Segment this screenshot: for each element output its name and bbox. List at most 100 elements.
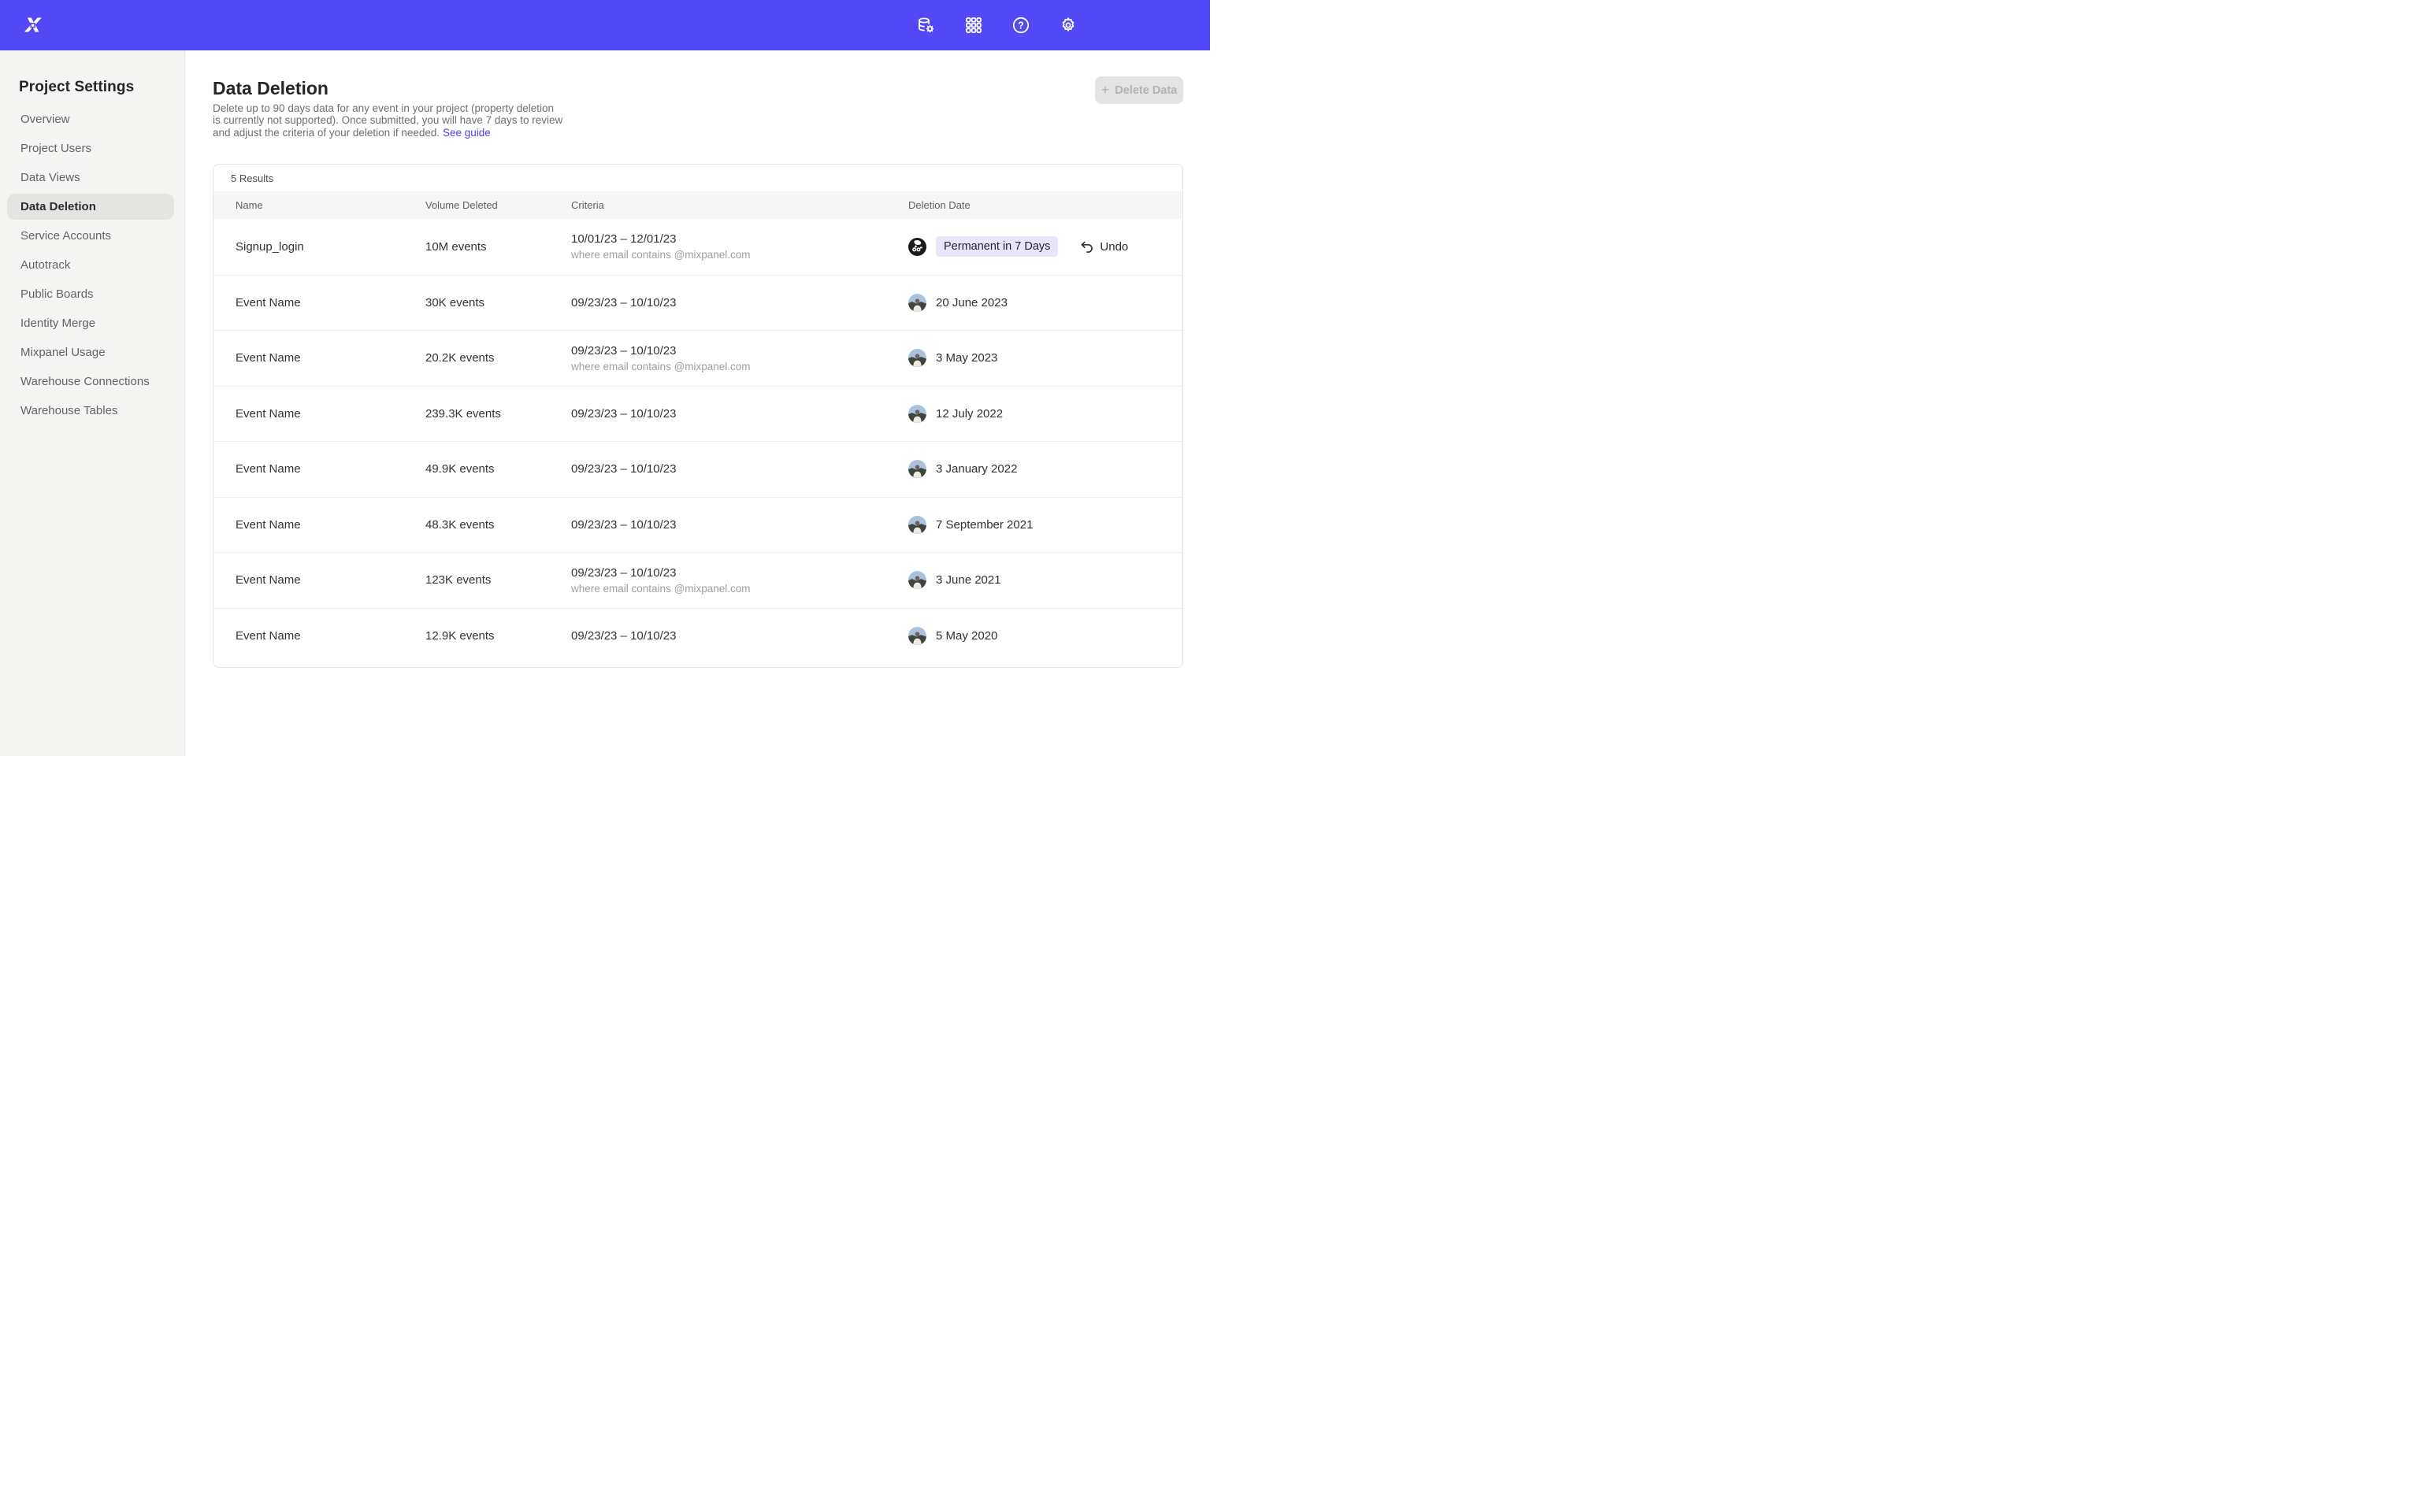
apps-grid-icon[interactable]	[964, 16, 983, 35]
row-name-cell: Event Name	[213, 629, 425, 643]
criteria-filter-subtext: where email contains @mixpanel.com	[571, 583, 908, 595]
criteria-date-range: 09/23/23 – 10/10/23	[571, 629, 908, 643]
criteria-filter-subtext: where email contains @mixpanel.com	[571, 249, 908, 261]
row-volume-cell: 239.3K events	[425, 407, 571, 421]
data-management-icon[interactable]	[917, 16, 936, 35]
user-avatar	[908, 294, 926, 312]
sidebar-item-label: Data Deletion	[20, 200, 96, 213]
row-name-cell: Event Name	[213, 351, 425, 365]
column-header-volume: Volume Deleted	[425, 199, 571, 211]
row-deletion-date-cell: 3 May 2023	[908, 349, 1182, 367]
criteria-date-range: 09/23/23 – 10/10/23	[571, 566, 908, 580]
mixpanel-logo-icon[interactable]: X	[21, 13, 45, 37]
sidebar-item-data-views[interactable]: Data Views	[7, 165, 174, 191]
criteria-filter-subtext: where email contains @mixpanel.com	[571, 361, 908, 372]
sidebar-item-label: Public Boards	[20, 287, 94, 301]
svg-text:?: ?	[1018, 20, 1024, 31]
undo-icon	[1080, 240, 1093, 254]
column-header-deletion-date: Deletion Date	[908, 199, 1182, 211]
criteria-date-range: 09/23/23 – 10/10/23	[571, 518, 908, 532]
row-deletion-date-cell: 7 September 2021	[908, 516, 1182, 534]
settings-icon[interactable]	[1059, 16, 1078, 35]
sidebar-item-mixpanel-usage[interactable]: Mixpanel Usage	[7, 339, 174, 365]
row-criteria-cell: 09/23/23 – 10/10/23	[571, 407, 908, 421]
sidebar: Project Settings Overview Project Users Da…	[0, 50, 185, 756]
delete-data-button-label: Delete Data	[1115, 84, 1177, 97]
criteria-date-range: 09/23/23 – 10/10/23	[571, 344, 908, 358]
row-criteria-cell: 10/01/23 – 12/01/23 where email contains …	[571, 232, 908, 261]
sidebar-item-project-users[interactable]: Project Users	[7, 135, 174, 161]
sidebar-item-label: Service Accounts	[20, 229, 111, 243]
undo-button-label: Undo	[1100, 240, 1128, 254]
criteria-date-range: 09/23/23 – 10/10/23	[571, 462, 908, 476]
row-deletion-date-cell: 3 January 2022	[908, 460, 1182, 478]
deletion-date-text: 5 May 2020	[936, 629, 997, 643]
row-criteria-cell: 09/23/23 – 10/10/23	[571, 296, 908, 309]
table-row: Event Name20.2K events09/23/23 – 10/10/2…	[213, 330, 1182, 386]
row-volume-cell: 123K events	[425, 573, 571, 587]
sidebar-item-label: Warehouse Tables	[20, 404, 117, 417]
sidebar-item-label: Mixpanel Usage	[20, 346, 106, 359]
help-icon[interactable]: ?	[1011, 16, 1030, 35]
criteria-date-range: 10/01/23 – 12/01/23	[571, 232, 908, 246]
sidebar-item-data-deletion[interactable]: Data Deletion	[7, 194, 174, 220]
plus-icon: +	[1101, 83, 1110, 97]
sidebar-item-identity-merge[interactable]: Identity Merge	[7, 310, 174, 336]
user-avatar	[908, 405, 926, 423]
table-row: Event Name12.9K events09/23/23 – 10/10/2…	[213, 608, 1182, 664]
topbar: X	[0, 0, 1210, 50]
deletion-date-text: 12 July 2022	[936, 407, 1003, 421]
sidebar-item-autotrack[interactable]: Autotrack	[7, 252, 174, 278]
criteria-date-range: 09/23/23 – 10/10/23	[571, 296, 908, 309]
sidebar-item-service-accounts[interactable]: Service Accounts	[7, 223, 174, 249]
row-name-cell: Event Name	[213, 462, 425, 476]
criteria-date-range: 09/23/23 – 10/10/23	[571, 407, 908, 421]
row-name-cell: Event Name	[213, 573, 425, 587]
table-row: Event Name48.3K events09/23/23 – 10/10/2…	[213, 497, 1182, 553]
row-name-cell: Event Name	[213, 296, 425, 309]
row-volume-cell: 48.3K events	[425, 518, 571, 532]
row-volume-cell: 10M events	[425, 240, 571, 254]
table-row: Event Name123K events09/23/23 – 10/10/23…	[213, 552, 1182, 608]
column-header-name: Name	[213, 199, 425, 211]
row-name-cell: Event Name	[213, 518, 425, 532]
sidebar-title: Project Settings	[19, 79, 184, 96]
row-criteria-cell: 09/23/23 – 10/10/23	[571, 629, 908, 643]
row-deletion-date-cell: Permanent in 7 Days Undo	[908, 236, 1182, 257]
topbar-icon-group: ?	[917, 16, 1078, 35]
row-criteria-cell: 09/23/23 – 10/10/23	[571, 518, 908, 532]
row-deletion-date-cell: 5 May 2020	[908, 627, 1182, 645]
user-avatar	[908, 238, 926, 256]
sidebar-item-label: Autotrack	[20, 258, 70, 272]
sidebar-item-label: Project Users	[20, 142, 91, 155]
sidebar-nav: Overview Project Users Data Views Data Dele…	[0, 106, 184, 424]
sidebar-item-warehouse-tables[interactable]: Warehouse Tables	[7, 398, 174, 424]
page-description-text: Delete up to 90 days data for any event …	[213, 102, 562, 139]
table-body: Signup_login10M events10/01/23 – 12/01/2…	[213, 219, 1182, 663]
user-avatar	[908, 349, 926, 367]
see-guide-link[interactable]: See guide	[443, 127, 491, 139]
sidebar-item-overview[interactable]: Overview	[7, 106, 174, 132]
deletion-table-card: 5 Results Name Volume Deleted Criteria D…	[213, 164, 1183, 668]
deletion-date-text: 3 January 2022	[936, 462, 1017, 476]
row-criteria-cell: 09/23/23 – 10/10/23	[571, 462, 908, 476]
app-screen: X	[0, 0, 1210, 756]
row-deletion-date-cell: 12 July 2022	[908, 405, 1182, 423]
deletion-date-text: 20 June 2023	[936, 296, 1008, 309]
deletion-date-text: 3 May 2023	[936, 351, 997, 365]
sidebar-item-public-boards[interactable]: Public Boards	[7, 281, 174, 307]
row-criteria-cell: 09/23/23 – 10/10/23 where email contains …	[571, 344, 908, 372]
table-row: Event Name30K events09/23/23 – 10/10/23 …	[213, 275, 1182, 331]
sidebar-item-warehouse-connections[interactable]: Warehouse Connections	[7, 369, 174, 395]
row-volume-cell: 30K events	[425, 296, 571, 309]
page-description: Delete up to 90 days data for any event …	[213, 102, 563, 139]
status-badge: Permanent in 7 Days	[936, 236, 1058, 257]
table-header-row: Name Volume Deleted Criteria Deletion Da…	[213, 191, 1182, 219]
user-avatar	[908, 516, 926, 534]
column-header-criteria: Criteria	[571, 199, 908, 211]
delete-data-button[interactable]: + Delete Data	[1095, 76, 1183, 104]
undo-button[interactable]: Undo	[1080, 240, 1128, 254]
row-name-cell: Signup_login	[213, 240, 425, 254]
table-row: Event Name49.9K events09/23/23 – 10/10/2…	[213, 441, 1182, 497]
user-avatar	[908, 627, 926, 645]
